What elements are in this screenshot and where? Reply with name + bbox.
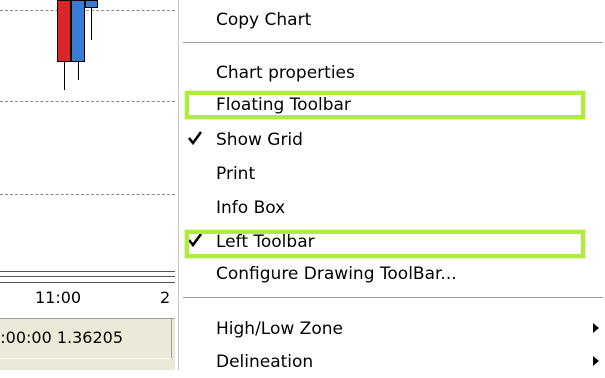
submenu-arrow-icon — [593, 323, 599, 333]
menu-item-label: Chart properties — [216, 63, 355, 83]
status-bar: ):00:00 1.36205 — [0, 318, 175, 370]
axis-separator — [0, 282, 175, 283]
menu-item-configure-drawing-toolbar[interactable]: Configure Drawing ToolBar... — [179, 258, 605, 290]
menu-separator — [183, 42, 603, 44]
chart-area[interactable]: 11:00 2 ):00:00 1.36205 — [0, 0, 175, 370]
menu-item-label: High/Low Zone — [216, 319, 343, 339]
time-axis: 11:00 2 — [0, 285, 175, 315]
menu-item-delineation[interactable]: Delineation — [179, 346, 605, 378]
highlight-box — [185, 91, 585, 119]
menu-item-label: Info Box — [216, 198, 286, 218]
submenu-arrow-icon — [593, 356, 599, 366]
grid-line — [0, 10, 175, 11]
time-label: 2 — [160, 288, 171, 307]
menu-item-print[interactable]: Print — [179, 158, 605, 190]
menu-item-label: Show Grid — [216, 130, 303, 150]
grid-line — [0, 194, 175, 195]
checkmark-icon — [187, 131, 203, 146]
grid-line — [0, 101, 175, 102]
status-price-text: ):00:00 1.36205 — [0, 328, 123, 347]
bull-candle[interactable] — [85, 0, 98, 8]
menu-item-info-box[interactable]: Info Box — [179, 192, 605, 224]
menu-item-copy-chart[interactable]: Copy Chart — [179, 4, 605, 36]
menu-item-show-grid[interactable]: Show Grid — [179, 124, 605, 156]
menu-item-label: Copy Chart — [216, 10, 312, 30]
menu-item-label: Delineation — [216, 352, 314, 372]
bull-candle[interactable] — [71, 0, 85, 62]
status-cell: ):00:00 1.36205 — [0, 319, 172, 359]
bear-candle[interactable] — [57, 0, 71, 62]
axis-separator — [0, 271, 175, 272]
menu-item-label: Print — [216, 164, 256, 184]
menu-separator — [183, 297, 603, 299]
axis-separator — [0, 276, 175, 277]
menu-item-label: Configure Drawing ToolBar... — [216, 264, 457, 284]
context-menu: Copy Chart Chart properties Floating Too… — [178, 0, 605, 372]
highlight-box — [185, 230, 585, 258]
menu-item-chart-properties[interactable]: Chart properties — [179, 57, 605, 89]
menu-item-high-low-zone[interactable]: High/Low Zone — [179, 313, 605, 345]
time-label: 11:00 — [35, 288, 82, 307]
